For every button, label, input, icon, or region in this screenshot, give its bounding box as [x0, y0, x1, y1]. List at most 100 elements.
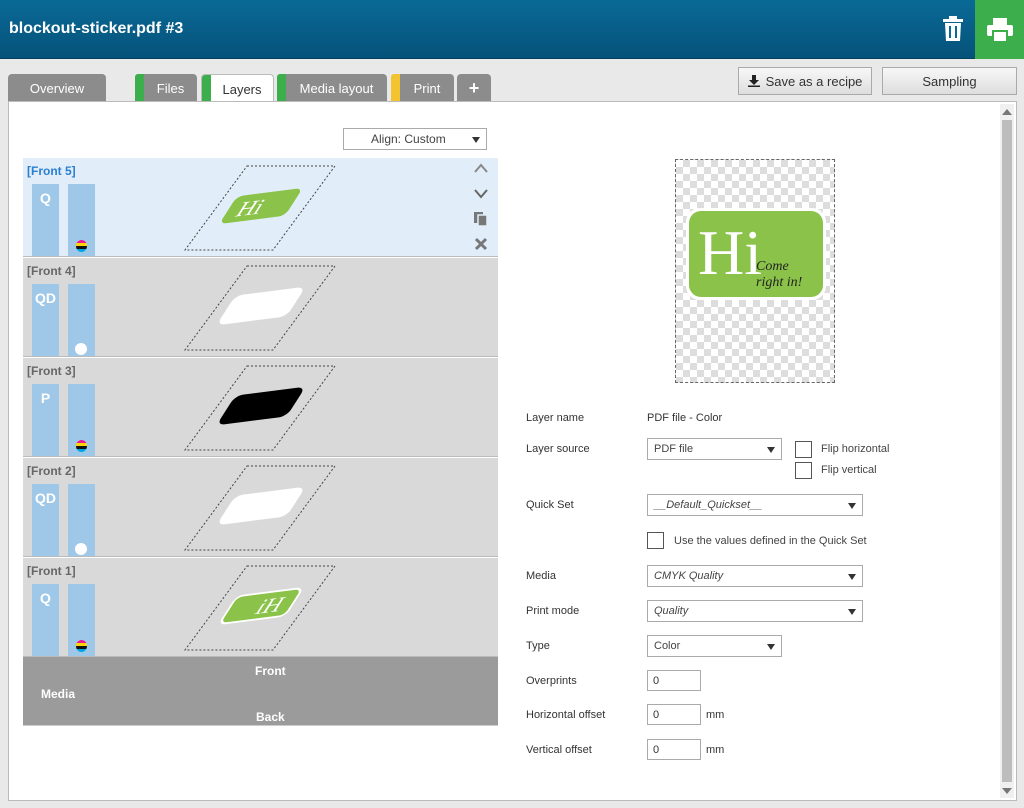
vertical-offset-value: 0 [653, 743, 660, 756]
layer-label: [Front 2] [27, 464, 76, 478]
use-quickset-values-label: Use the values defined in the Quick Set [674, 535, 867, 547]
tab-print[interactable]: Print [391, 74, 454, 102]
layer-preview: Hi Come right in! [675, 159, 835, 383]
horizontal-offset-input[interactable]: 0 [647, 704, 701, 725]
quickset-value: __Default_Quickset__ [654, 499, 763, 511]
horizontal-offset-value: 0 [653, 708, 660, 721]
media-select[interactable]: CMYK Quality [647, 565, 863, 587]
flip-horizontal-label: Flip horizontal [821, 443, 890, 455]
tab-label: Layers [222, 81, 262, 97]
horizontal-offset-unit: mm [706, 709, 725, 721]
tab-layers[interactable]: Layers [201, 74, 274, 103]
move-up-icon[interactable] [473, 162, 489, 174]
overprints-input[interactable]: 0 [647, 670, 701, 691]
save-recipe-label: Save as a recipe [765, 73, 863, 89]
flip-horizontal-checkbox[interactable] [795, 441, 812, 458]
media-value: CMYK Quality [654, 570, 724, 582]
layer-row-front-3[interactable]: [Front 3] P [23, 358, 498, 457]
save-recipe-button[interactable]: Save as a recipe [738, 67, 872, 95]
scroll-up-arrow[interactable] [1002, 109, 1012, 115]
layer-row-front-5[interactable]: [Front 5] Q Hi [23, 158, 498, 257]
cmyk-icon [76, 440, 87, 452]
vertical-offset-input[interactable]: 0 [647, 739, 701, 760]
add-tab-button[interactable]: + [457, 74, 491, 102]
scroll-down-arrow[interactable] [1002, 788, 1012, 794]
delete-button[interactable] [934, 10, 972, 48]
sampling-label: Sampling [922, 73, 977, 89]
printer-icon [986, 17, 1013, 42]
quickset-label: Quick Set [526, 499, 574, 511]
preview-line1: Come [756, 259, 789, 274]
layer-source-value: PDF file [654, 443, 694, 455]
layer-label: [Front 5] [27, 164, 76, 178]
align-select[interactable]: Align: Custom [343, 128, 487, 150]
move-down-icon[interactable] [473, 187, 489, 199]
tab-media-layout[interactable]: Media layout [277, 74, 387, 102]
chevron-down-icon [848, 503, 856, 509]
layer-thumbnail [184, 365, 336, 451]
chevron-down-icon [848, 609, 856, 615]
tab-label: Overview [29, 80, 85, 96]
layer-source-select[interactable]: PDF file [647, 438, 782, 460]
layer-row-front-2[interactable]: [Front 2] QD [23, 458, 498, 557]
type-label: Type [526, 640, 550, 652]
type-value: Color [654, 640, 681, 652]
vertical-offset-label: Vertical offset [526, 744, 592, 756]
mode-bar: QD [32, 284, 59, 356]
preview-line2: right in! [756, 275, 803, 290]
duplicate-icon[interactable] [473, 211, 489, 227]
tab-label: Media layout [299, 80, 374, 96]
mode-letter: P [40, 390, 51, 406]
delete-layer-icon[interactable] [473, 236, 489, 252]
media-bar: Front Media Back [23, 657, 498, 726]
overprints-label: Overprints [526, 675, 577, 687]
mode-letter: QD [35, 290, 56, 306]
scrollbar-thumb[interactable] [1002, 120, 1012, 782]
chevron-down-icon [767, 644, 775, 650]
tab-label: Print [413, 80, 441, 96]
sampling-button[interactable]: Sampling [882, 67, 1017, 95]
layer-thumbnail [184, 265, 336, 351]
media-field-label: Media [526, 570, 556, 582]
layer-row-front-4[interactable]: [Front 4] QD [23, 258, 498, 357]
chevron-down-icon [848, 574, 856, 580]
layer-thumbnail: Hi [184, 565, 336, 651]
back-label: Back [256, 710, 285, 724]
flip-vertical-checkbox[interactable] [795, 462, 812, 479]
use-quickset-values-checkbox[interactable] [647, 532, 664, 549]
horizontal-offset-label: Horizontal offset [526, 709, 606, 721]
print-mode-label: Print mode [526, 605, 580, 617]
cmyk-icon [76, 240, 87, 252]
layer-name-value: PDF file - Color [647, 412, 723, 424]
tab-files[interactable]: Files [135, 74, 197, 102]
mode-bar: P [32, 384, 59, 456]
print-mode-select[interactable]: Quality [647, 600, 863, 622]
media-label: Media [41, 687, 76, 701]
print-mode-value: Quality [654, 605, 689, 617]
mode-bar: QD [32, 484, 59, 556]
layer-label: [Front 3] [27, 364, 76, 378]
layer-name-label: Layer name [526, 412, 585, 424]
mode-letter: Q [40, 590, 51, 606]
layer-row-front-1[interactable]: [Front 1] Q Hi [23, 558, 498, 657]
document-title: blockout-sticker.pdf #3 [9, 20, 184, 37]
mode-letter: QD [35, 490, 56, 506]
print-button[interactable] [975, 0, 1024, 59]
chevron-down-icon [767, 447, 775, 453]
tab-label: Files [156, 80, 185, 96]
white-ink-icon [75, 543, 87, 555]
download-icon [747, 75, 760, 87]
layer-thumbnail: Hi [184, 165, 336, 251]
white-ink-icon [75, 343, 87, 355]
mode-bar: Q [32, 584, 59, 656]
align-value: Align: Custom [371, 132, 446, 146]
type-select[interactable]: Color [647, 635, 782, 657]
chevron-down-icon [472, 137, 480, 143]
tab-overview[interactable]: Overview [8, 74, 106, 102]
mode-bar: Q [32, 184, 59, 256]
app-header: blockout-sticker.pdf #3 [0, 0, 1024, 59]
vertical-offset-unit: mm [706, 744, 725, 756]
quickset-select[interactable]: __Default_Quickset__ [647, 494, 863, 516]
overprints-value: 0 [653, 674, 660, 687]
flip-vertical-label: Flip vertical [821, 464, 877, 476]
